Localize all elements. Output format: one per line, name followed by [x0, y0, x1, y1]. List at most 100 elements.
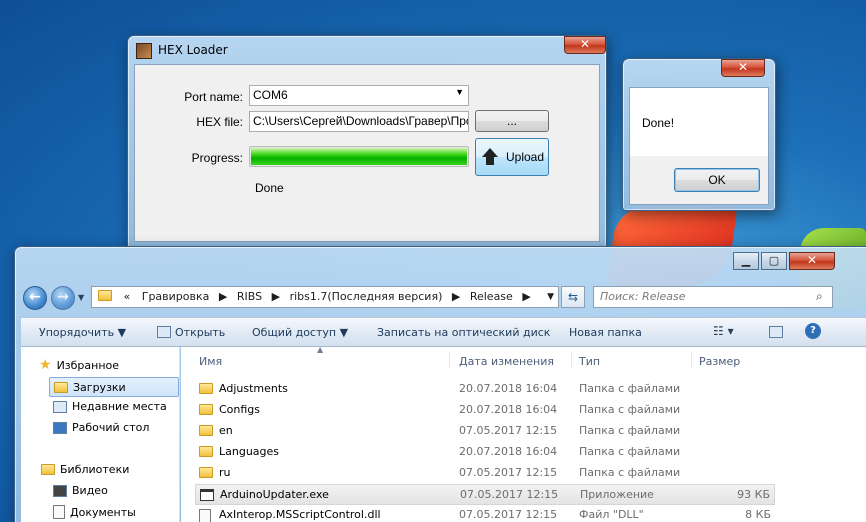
breadcrumb-ribs17[interactable]: ribs1.7(Последняя версия)	[290, 290, 443, 303]
file-type: Папка с файлами	[579, 424, 681, 437]
documents-icon	[53, 505, 65, 519]
table-row[interactable]: Adjustments 20.07.2018 16:04 Папка с файла…	[195, 379, 775, 400]
video-icon	[53, 484, 67, 497]
table-row[interactable]: AxInterop.MSScriptControl.dll 07.05.2017 …	[195, 505, 775, 522]
view-options-icon[interactable]: ☷ ▾	[713, 324, 734, 338]
upload-arrow-stem-icon	[486, 157, 494, 165]
table-row[interactable]: ru 07.05.2017 12:15 Папка с файлами	[195, 463, 775, 484]
progress-fill	[251, 148, 467, 165]
breadcrumb-gravirovka[interactable]: Гравировка	[142, 290, 210, 303]
breadcrumb-release[interactable]: Release	[470, 290, 513, 303]
hex-loader-close-button[interactable]: ✕	[564, 36, 606, 54]
table-row[interactable]: ArduinoUpdater.exe 07.05.2017 12:15 Прилож…	[195, 484, 775, 505]
breadcrumb-overflow[interactable]: «	[124, 290, 131, 303]
downloads-folder-icon	[54, 381, 68, 393]
minimize-button[interactable]: ▁	[733, 252, 759, 270]
refresh-button[interactable]: ⇆	[561, 286, 585, 308]
organize-button[interactable]: Упорядочить ▼	[39, 326, 126, 339]
table-row[interactable]: Languages 20.07.2018 16:04 Папка с файлами	[195, 442, 775, 463]
file-date: 20.07.2018 16:04	[459, 403, 558, 416]
address-dropdown-icon[interactable]: ▼	[547, 287, 554, 307]
maximize-button[interactable]: ▢	[761, 252, 787, 270]
folder-icon	[199, 446, 213, 457]
message-box-body: Done! OK	[629, 87, 769, 205]
breadcrumb-separator-icon: ▶	[218, 290, 228, 303]
status-text: Done	[255, 181, 284, 195]
folder-icon	[199, 467, 213, 478]
open-button[interactable]: Открыть	[175, 326, 225, 339]
ok-button[interactable]: OK	[674, 168, 760, 192]
burn-button[interactable]: Записать на оптический диск	[377, 326, 550, 339]
column-header-type[interactable]: Тип	[579, 355, 600, 368]
file-name: ArduinoUpdater.exe	[220, 488, 329, 501]
hex-loader-window: HEX Loader ✕ Port name: COM6 ▼ HEX file:…	[127, 35, 607, 249]
hex-file-label: HEX file:	[196, 115, 243, 129]
breadcrumb-ribs[interactable]: RIBS	[237, 290, 262, 303]
upload-progress-bar	[249, 146, 469, 167]
file-list: ▲ Имя Дата изменения Тип Размер Adjustme…	[181, 345, 866, 522]
dll-file-icon	[199, 509, 211, 522]
file-date: 07.05.2017 12:15	[460, 488, 559, 501]
new-folder-button[interactable]: Новая папка	[569, 326, 642, 339]
file-date: 20.07.2018 16:04	[459, 382, 558, 395]
file-name: Languages	[219, 445, 280, 458]
nav-desktop[interactable]: Рабочий стол	[53, 421, 149, 434]
nav-recent[interactable]: Недавние места	[53, 400, 167, 413]
column-header-date[interactable]: Дата изменения	[459, 355, 554, 368]
back-button[interactable]: ←	[23, 286, 47, 310]
file-name: en	[219, 424, 233, 437]
upload-arrow-icon	[482, 148, 498, 157]
port-name-select[interactable]: COM6 ▼	[249, 85, 469, 106]
table-row[interactable]: en 07.05.2017 12:15 Папка с файлами	[195, 421, 775, 442]
explorer-close-button[interactable]: ✕	[789, 252, 835, 270]
nav-video[interactable]: Видео	[53, 484, 108, 497]
nav-downloads[interactable]: Загрузки	[49, 377, 179, 397]
message-box-text: Done!	[642, 116, 675, 130]
nav-documents[interactable]: Документы	[53, 505, 136, 519]
file-type: Папка с файлами	[579, 382, 681, 395]
column-divider	[449, 351, 450, 369]
hex-file-input[interactable]: C:\Users\Сергей\Downloads\Гравер\Прош	[249, 111, 469, 132]
forward-button[interactable]: →	[51, 286, 75, 310]
nav-favorites[interactable]: ★ Избранное	[39, 357, 119, 373]
file-name: Adjustments	[219, 382, 288, 395]
search-icon: ⌕	[816, 289, 823, 303]
file-rows: Adjustments 20.07.2018 16:04 Папка с файла…	[195, 379, 775, 522]
navigation-pane: ★ Избранное Загрузки Недавние места Рабоч…	[21, 347, 180, 522]
port-name-value: COM6	[253, 88, 288, 102]
file-size: 93 КБ	[737, 488, 770, 501]
message-box-window: ✕ Done! OK	[622, 58, 776, 211]
desktop-icon	[53, 421, 67, 434]
column-header-name[interactable]: Имя	[199, 355, 222, 368]
preview-pane-icon[interactable]	[769, 326, 783, 338]
folder-icon	[199, 425, 213, 436]
search-input[interactable]: Поиск: Release	[593, 286, 833, 308]
address-bar[interactable]: « Гравировка ▶ RIBS ▶ ribs1.7(Последняя …	[91, 286, 559, 308]
table-row[interactable]: Configs 20.07.2018 16:04 Папка с файлами	[195, 400, 775, 421]
share-button[interactable]: Общий доступ ▼	[252, 326, 348, 339]
sort-indicator-icon: ▲	[317, 345, 324, 354]
file-date: 20.07.2018 16:04	[459, 445, 558, 458]
help-icon[interactable]: ?	[805, 323, 821, 339]
progress-label: Progress:	[191, 151, 243, 165]
message-box-close-button[interactable]: ✕	[721, 59, 765, 77]
folder-icon	[199, 404, 213, 415]
browse-button[interactable]: ...	[475, 110, 549, 132]
file-date: 07.05.2017 12:15	[459, 508, 558, 521]
column-divider	[571, 351, 572, 369]
hex-loader-client: Port name: COM6 ▼ HEX file: C:\Users\Сер…	[134, 64, 600, 242]
upload-button[interactable]: Upload	[475, 138, 549, 176]
nav-libraries[interactable]: Библиотеки	[41, 463, 129, 476]
file-size: 8 КБ	[745, 508, 771, 521]
file-type: Папка с файлами	[579, 466, 681, 479]
command-bar: Упорядочить ▼ Открыть Общий доступ ▼ Зап…	[21, 317, 866, 347]
folder-icon	[199, 383, 213, 394]
libraries-icon	[41, 464, 55, 475]
hex-loader-title: HEX Loader	[158, 43, 228, 57]
explorer-window: ▁ ▢ ✕ ← → ▼ « Гравировка ▶ RIBS ▶ ribs1.…	[14, 246, 866, 522]
port-name-label: Port name:	[184, 90, 243, 104]
star-icon: ★	[39, 357, 52, 373]
message-box-text-area: Done!	[630, 88, 768, 156]
column-header-size[interactable]: Размер	[699, 355, 740, 368]
upload-button-label: Upload	[506, 150, 545, 164]
